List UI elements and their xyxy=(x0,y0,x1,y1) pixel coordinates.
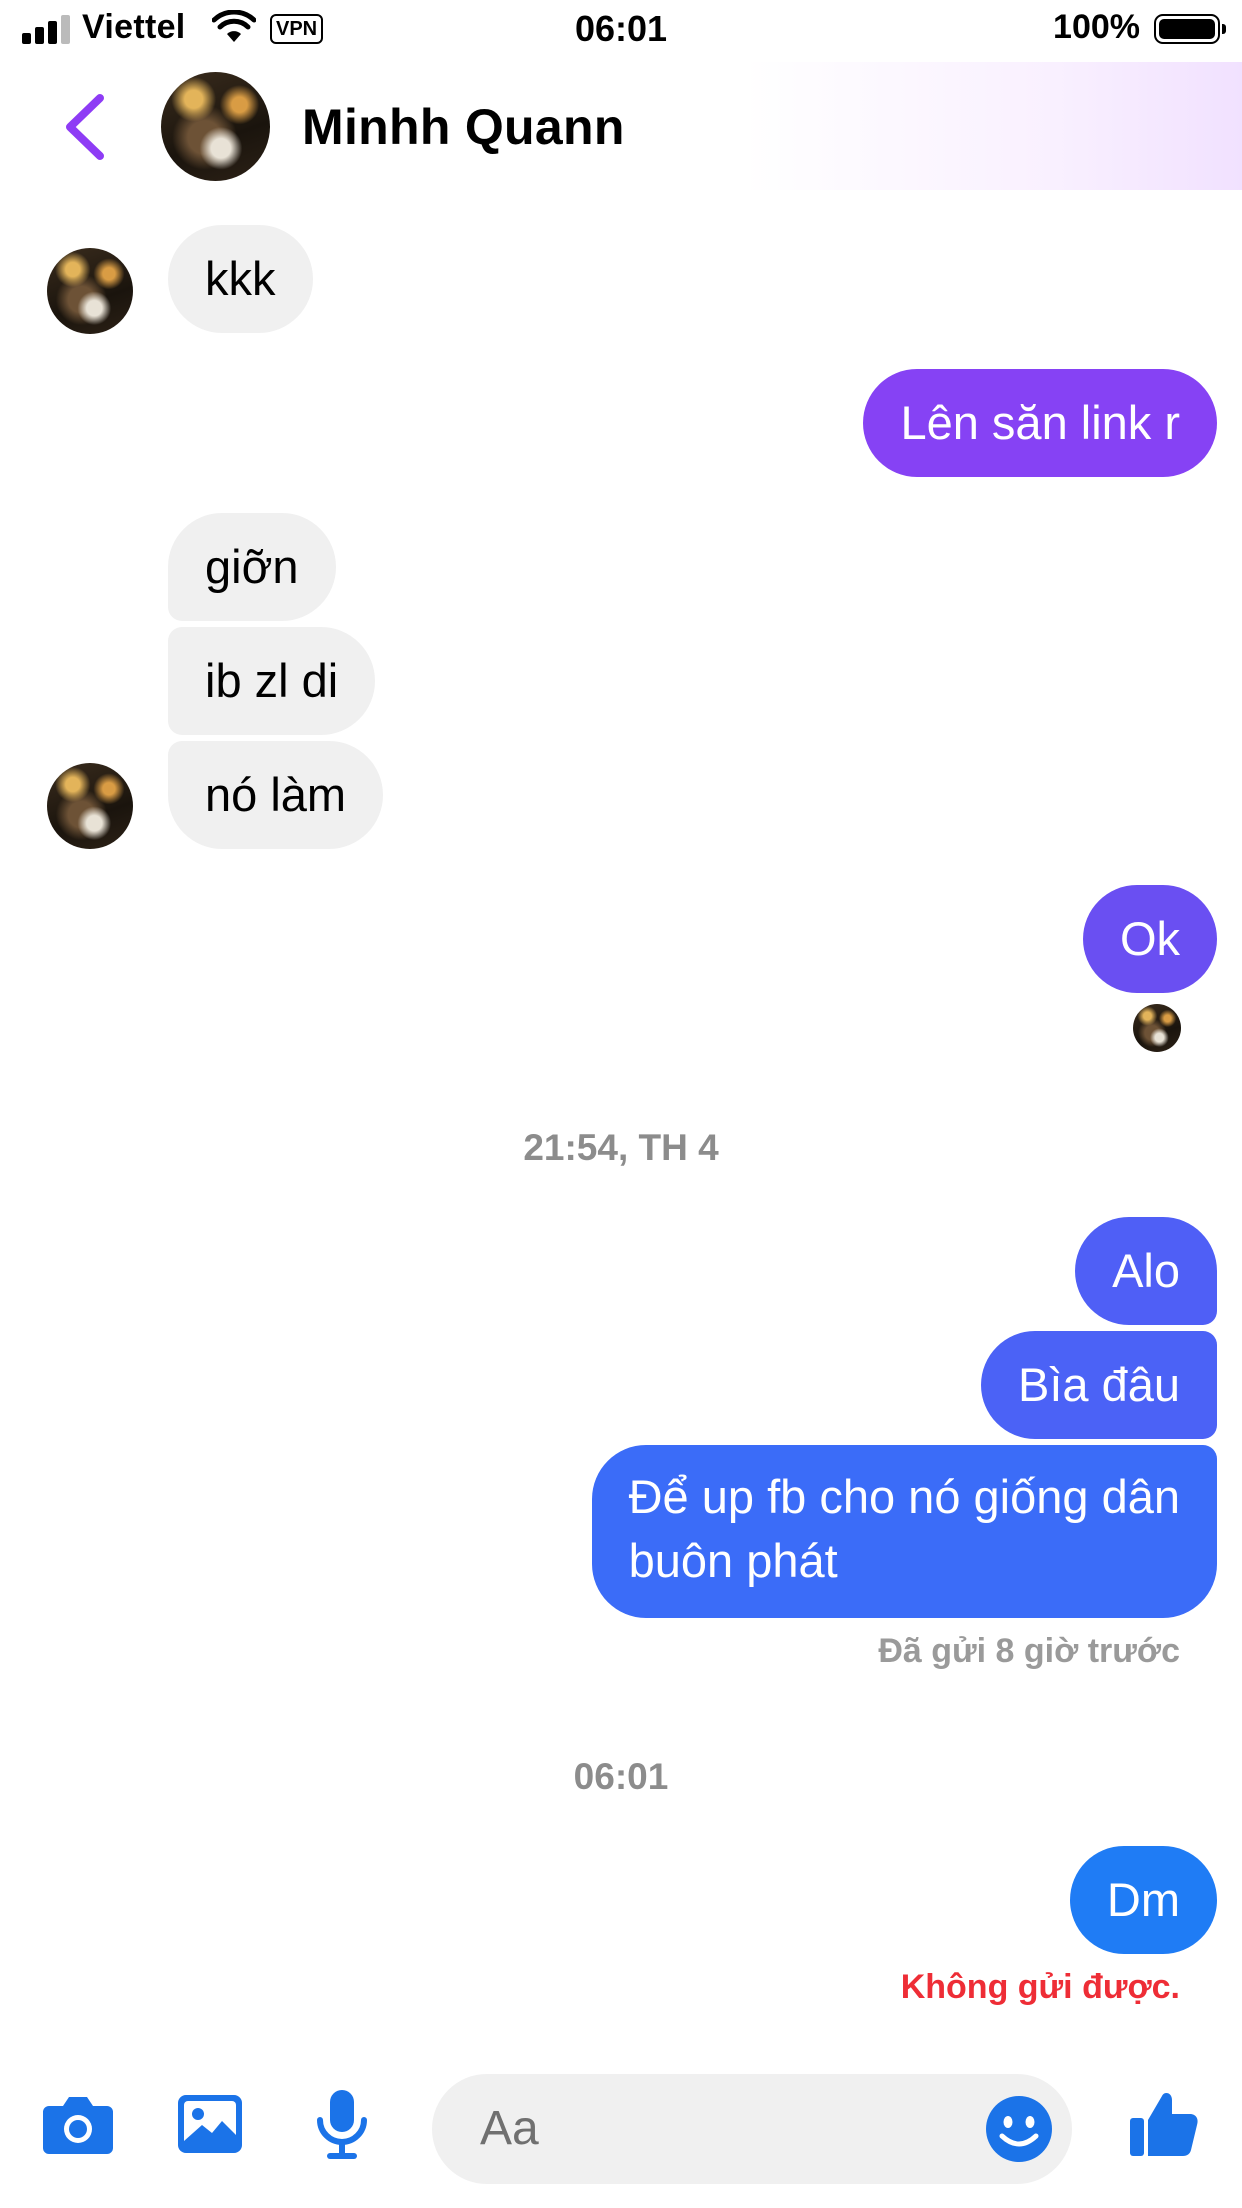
microphone-icon xyxy=(317,2090,367,2159)
message-bubble-outgoing[interactable]: Ok xyxy=(1082,885,1217,993)
message-bubble-outgoing[interactable]: Để up fb cho nó giống dân buôn phát xyxy=(591,1445,1217,1618)
message-bubble-incoming[interactable]: giỡn xyxy=(168,513,336,621)
message-bubble-incoming[interactable]: nó làm xyxy=(168,741,384,849)
timestamp-divider: 06:01 xyxy=(573,1756,669,1797)
message-input-placeholder: Aa xyxy=(480,2102,539,2155)
like-button[interactable] xyxy=(1126,2086,1202,2162)
message-bubble-incoming[interactable]: ib zl di xyxy=(168,627,376,735)
voice-button[interactable] xyxy=(304,2086,380,2162)
contact-avatar[interactable] xyxy=(161,72,270,181)
back-chevron-icon[interactable] xyxy=(56,92,116,162)
gallery-button[interactable] xyxy=(172,2086,248,2162)
status-bar: Viettel VPN 06:01 100% xyxy=(0,0,1242,62)
send-error-status[interactable]: Không gửi được. xyxy=(901,1968,1180,2007)
message-text-line: buôn phát xyxy=(628,1534,838,1587)
thumbs-up-icon xyxy=(1130,2092,1198,2156)
battery-percent: 100% xyxy=(1053,8,1140,46)
sender-avatar[interactable] xyxy=(47,248,133,334)
emoji-icon[interactable] xyxy=(984,2094,1054,2164)
message-input[interactable]: Aa xyxy=(432,2074,1072,2184)
camera-button[interactable] xyxy=(40,2086,116,2162)
message-bubble-incoming[interactable]: kkk xyxy=(168,225,313,333)
read-receipt-avatar xyxy=(1133,1004,1181,1052)
image-icon xyxy=(178,2095,242,2153)
message-bubble-outgoing[interactable]: Bìa đâu xyxy=(980,1331,1217,1439)
battery-icon xyxy=(1154,14,1226,44)
camera-icon xyxy=(43,2097,113,2154)
contact-name[interactable]: Minhh Quann xyxy=(302,98,625,156)
chat-header: Minhh Quann xyxy=(0,62,1242,190)
timestamp-divider: 21:54, TH 4 xyxy=(523,1127,719,1168)
sent-status: Đã gửi 8 giờ trước xyxy=(878,1632,1180,1670)
message-bubble-outgoing[interactable]: Alo xyxy=(1075,1217,1217,1325)
composer-bar: Aa xyxy=(0,2050,1242,2208)
message-text-line: Để up fb cho nó giống dân xyxy=(628,1470,1180,1523)
sender-avatar[interactable] xyxy=(47,763,133,849)
message-bubble-outgoing[interactable]: Dm xyxy=(1069,1846,1217,1954)
message-bubble-outgoing[interactable]: Lên săn link r xyxy=(863,369,1217,477)
